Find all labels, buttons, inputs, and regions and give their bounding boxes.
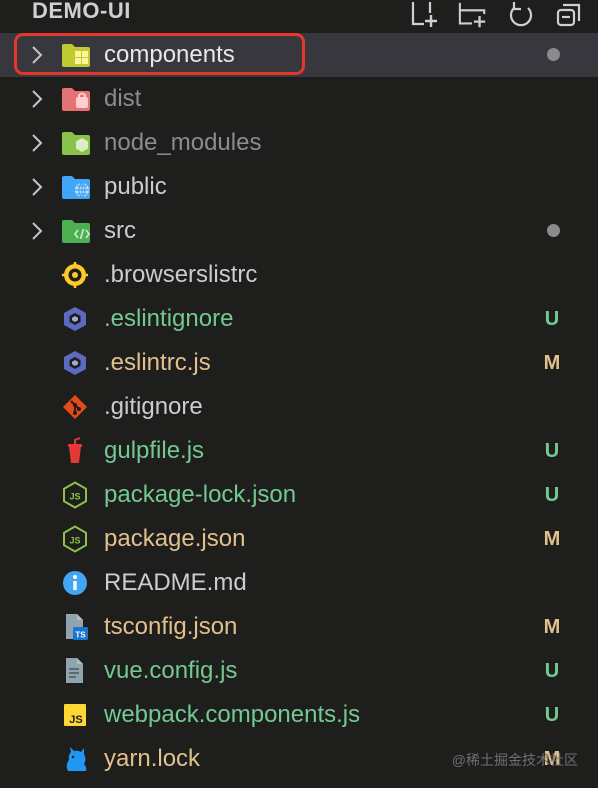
file-name: vue.config.js xyxy=(104,657,238,684)
explorer-header: DEMO-UI xyxy=(0,0,598,30)
git-status-badge: M xyxy=(543,528,561,550)
file-name: .eslintrc.js xyxy=(104,349,211,376)
svg-text:TS: TS xyxy=(75,631,86,640)
folder-public-icon xyxy=(62,176,90,199)
tree-item-browserslistrc[interactable]: .browserslistrc xyxy=(0,253,598,297)
chevron-right-icon[interactable] xyxy=(30,43,44,67)
folder-node-icon xyxy=(62,132,90,155)
new-folder-icon[interactable] xyxy=(458,0,488,28)
tree-item-readme[interactable]: README.md xyxy=(0,561,598,605)
file-name: README.md xyxy=(104,569,247,596)
file-name: .browserslistrc xyxy=(104,261,258,288)
chevron-right-icon[interactable] xyxy=(30,219,44,243)
gulp-icon xyxy=(68,437,82,463)
js-icon: JS xyxy=(64,704,86,726)
tree-item-eslintignore[interactable]: .eslintignore U xyxy=(0,297,598,341)
tree-item-tsconfig[interactable]: TS tsconfig.json M xyxy=(0,605,598,649)
eslint-icon xyxy=(64,351,86,375)
git-status-badge: M xyxy=(543,616,561,638)
nodejs-icon: JS xyxy=(63,525,87,553)
explorer-title: DEMO-UI xyxy=(32,0,131,23)
tree-item-vue-config[interactable]: vue.config.js U xyxy=(0,649,598,693)
collapse-all-icon[interactable] xyxy=(554,0,584,28)
git-status-badge: U xyxy=(544,704,560,726)
file-name: node_modules xyxy=(104,129,262,156)
file-name: tsconfig.json xyxy=(104,613,238,640)
file-name: gulpfile.js xyxy=(104,437,205,464)
config-file-icon xyxy=(66,658,83,683)
file-name: package.json xyxy=(104,525,246,552)
eslint-icon xyxy=(64,307,86,331)
file-name: webpack.components.js xyxy=(104,701,361,728)
info-icon xyxy=(63,571,87,595)
svg-text:JS: JS xyxy=(69,536,80,546)
file-name: package-lock.json xyxy=(104,481,297,508)
explorer-actions xyxy=(410,0,584,28)
tree-item-gitignore[interactable]: .gitignore xyxy=(0,385,598,429)
svg-text:JS: JS xyxy=(69,714,82,726)
modified-dot xyxy=(547,224,560,237)
git-icon xyxy=(63,395,87,419)
tree-item-package-json[interactable]: JS package.json M xyxy=(0,517,598,561)
tree-item-webpack-components[interactable]: JS webpack.components.js U xyxy=(0,693,598,737)
git-status-badge: U xyxy=(544,308,560,330)
tree-item-dist[interactable]: dist xyxy=(0,77,598,121)
file-name: dist xyxy=(104,85,142,112)
chevron-right-icon[interactable] xyxy=(30,87,44,111)
file-name: .eslintignore xyxy=(104,305,234,332)
tree-item-public[interactable]: public xyxy=(0,165,598,209)
tree-item-components[interactable]: components xyxy=(0,33,598,77)
tree-item-src[interactable]: src xyxy=(0,209,598,253)
tree-item-package-lock[interactable]: JS package-lock.json U xyxy=(0,473,598,517)
git-status-badge: U xyxy=(544,660,560,682)
yarn-icon xyxy=(66,747,87,771)
git-status-badge: U xyxy=(544,484,560,506)
nodejs-icon: JS xyxy=(63,481,87,509)
file-name: public xyxy=(104,173,167,200)
file-tree: components dist node_modules public src … xyxy=(0,33,598,781)
tree-item-gulpfile[interactable]: gulpfile.js U xyxy=(0,429,598,473)
folder-components-icon xyxy=(62,44,90,67)
file-name: components xyxy=(104,41,235,68)
git-status-badge: M xyxy=(543,352,561,374)
tsconfig-icon: TS xyxy=(66,614,88,640)
svg-text:JS: JS xyxy=(69,492,80,502)
watermark: @稀土掘金技术社区 xyxy=(451,752,578,768)
file-name: .gitignore xyxy=(104,393,203,420)
git-status-badge: U xyxy=(544,440,560,462)
modified-dot xyxy=(547,48,560,61)
file-name: yarn.lock xyxy=(104,745,201,772)
new-file-icon[interactable] xyxy=(410,0,440,28)
refresh-icon[interactable] xyxy=(506,0,536,28)
file-name: src xyxy=(104,217,136,244)
chevron-right-icon[interactable] xyxy=(30,131,44,155)
folder-src-icon xyxy=(62,220,91,243)
tree-item-eslintrc[interactable]: .eslintrc.js M xyxy=(0,341,598,385)
folder-dist-icon xyxy=(62,88,90,111)
tree-item-node-modules[interactable]: node_modules xyxy=(0,121,598,165)
chevron-right-icon[interactable] xyxy=(30,175,44,199)
browserslist-icon xyxy=(62,262,88,288)
